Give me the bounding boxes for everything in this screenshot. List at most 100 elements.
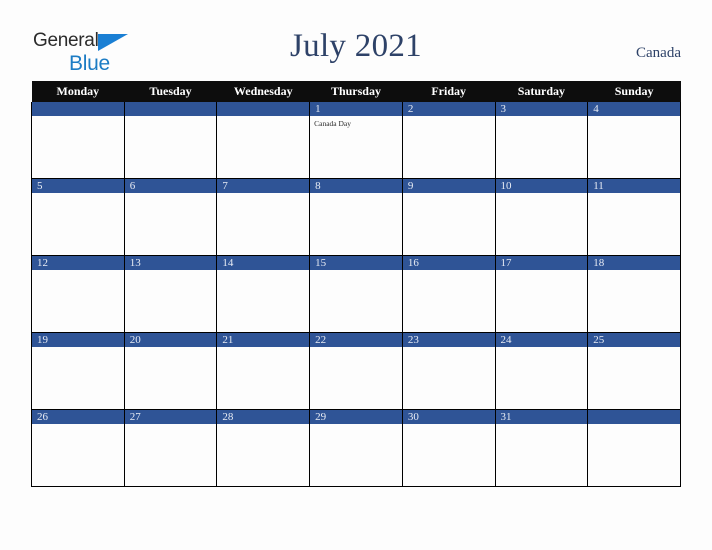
weekday-header-sunday: Sunday [587, 81, 681, 102]
calendar-day-cell[interactable]: 13 [123, 255, 218, 333]
day-number [588, 410, 680, 424]
day-number: 22 [310, 333, 402, 347]
day-number: 8 [310, 179, 402, 193]
page-title: July 2021 [290, 28, 422, 64]
calendar-grid: Monday Tuesday Wednesday Thursday Friday… [31, 81, 681, 487]
day-number [124, 102, 217, 116]
day-number: 31 [495, 410, 588, 424]
calendar-day-cell[interactable]: 20 [123, 332, 218, 410]
calendar-day-cell[interactable]: 3 [494, 102, 589, 179]
country-label: Canada [636, 45, 681, 61]
day-events [32, 270, 124, 273]
day-number: 26 [32, 410, 124, 424]
day-events [217, 347, 309, 350]
day-number: 25 [588, 333, 680, 347]
calendar-day-cell[interactable]: 19 [31, 332, 125, 410]
calendar-day-cell[interactable]: 22 [309, 332, 403, 410]
day-events [403, 116, 495, 119]
calendar-day-cell[interactable]: 15 [309, 255, 403, 333]
calendar-week-row: 5 6 7 8 9 10 11 [31, 178, 681, 256]
calendar-day-cell[interactable]: 30 [401, 409, 496, 487]
weekday-header-row: Monday Tuesday Wednesday Thursday Friday… [31, 81, 681, 102]
day-events [496, 193, 588, 196]
calendar-day-cell[interactable]: 1 Canada Day [309, 102, 403, 179]
calendar-day-cell[interactable]: 31 [494, 409, 589, 487]
calendar-page: General Blue July 2021 Canada Monday Tue… [0, 0, 712, 550]
calendar-day-cell[interactable]: 10 [494, 178, 589, 256]
day-number: 21 [217, 333, 310, 347]
calendar-day-cell[interactable] [31, 102, 125, 179]
day-events [403, 424, 495, 427]
day-events [310, 424, 402, 427]
calendar-body: 1 Canada Day 2 3 4 5 6 7 8 9 10 11 12 13 14 15 16 17 18 19 2… [31, 102, 681, 487]
day-events [125, 424, 217, 427]
day-number: 12 [32, 256, 124, 270]
calendar-day-cell[interactable]: 11 [587, 178, 681, 256]
calendar-week-row: 12 13 14 15 16 17 18 [31, 255, 681, 333]
day-events [588, 193, 680, 196]
day-events [32, 424, 124, 427]
calendar-day-cell[interactable]: 24 [494, 332, 589, 410]
day-number: 28 [217, 410, 310, 424]
day-number: 3 [495, 102, 588, 116]
day-number: 30 [402, 410, 495, 424]
day-number: 15 [310, 256, 402, 270]
weekday-header-thursday: Thursday [309, 81, 403, 102]
calendar-day-cell[interactable]: 5 [31, 178, 125, 256]
day-events [32, 193, 124, 196]
calendar-day-cell[interactable] [587, 409, 681, 487]
day-number: 17 [495, 256, 588, 270]
day-events [217, 424, 309, 427]
day-number: 29 [310, 410, 402, 424]
weekday-header-tuesday: Tuesday [124, 81, 217, 102]
calendar-day-cell[interactable] [123, 102, 218, 179]
calendar-day-cell[interactable]: 7 [216, 178, 311, 256]
day-number: 18 [588, 256, 680, 270]
weekday-header-friday: Friday [402, 81, 496, 102]
day-number: 14 [217, 256, 310, 270]
day-number: 16 [402, 256, 495, 270]
calendar-day-cell[interactable]: 17 [494, 255, 589, 333]
day-events [310, 193, 402, 196]
calendar-day-cell[interactable]: 25 [587, 332, 681, 410]
day-number: 2 [402, 102, 495, 116]
calendar-day-cell[interactable]: 28 [216, 409, 311, 487]
calendar-day-cell[interactable]: 6 [123, 178, 218, 256]
calendar-week-row: 1 Canada Day 2 3 4 [31, 102, 681, 179]
day-events [125, 270, 217, 273]
day-number: 9 [402, 179, 495, 193]
day-number: 11 [588, 179, 680, 193]
calendar-day-cell[interactable]: 9 [401, 178, 496, 256]
calendar-day-cell[interactable] [216, 102, 311, 179]
calendar-day-cell[interactable]: 21 [216, 332, 311, 410]
day-events [588, 424, 680, 427]
day-events [403, 347, 495, 350]
calendar-day-cell[interactable]: 2 [401, 102, 496, 179]
day-number: 5 [32, 179, 124, 193]
calendar-day-cell[interactable]: 18 [587, 255, 681, 333]
day-events [217, 193, 309, 196]
day-number: 7 [217, 179, 310, 193]
day-number [217, 102, 310, 116]
day-events [496, 424, 588, 427]
day-number: 20 [124, 333, 217, 347]
weekday-header-monday: Monday [31, 81, 125, 102]
calendar-day-cell[interactable]: 12 [31, 255, 125, 333]
calendar-day-cell[interactable]: 27 [123, 409, 218, 487]
day-number: 27 [124, 410, 217, 424]
day-events [496, 347, 588, 350]
calendar-day-cell[interactable]: 14 [216, 255, 311, 333]
calendar-day-cell[interactable]: 23 [401, 332, 496, 410]
day-number: 13 [124, 256, 217, 270]
day-events [403, 193, 495, 196]
calendar-day-cell[interactable]: 8 [309, 178, 403, 256]
calendar-week-row: 19 20 21 22 23 24 25 [31, 332, 681, 410]
calendar-day-cell[interactable]: 29 [309, 409, 403, 487]
day-events [125, 116, 217, 119]
calendar-day-cell[interactable]: 16 [401, 255, 496, 333]
day-events [588, 270, 680, 273]
day-events [217, 270, 309, 273]
day-events [217, 116, 309, 119]
calendar-day-cell[interactable]: 4 [587, 102, 681, 179]
calendar-day-cell[interactable]: 26 [31, 409, 125, 487]
